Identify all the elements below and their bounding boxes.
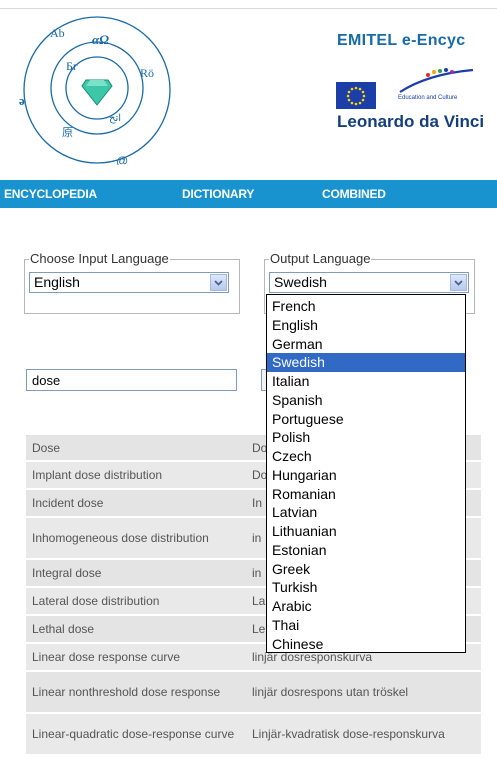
input-language-select[interactable]: English <box>29 272 229 293</box>
chevron-down-icon[interactable] <box>210 274 227 291</box>
term-cell: Inhomogeneous dose distribution <box>32 531 209 545</box>
term-cell: Integral dose <box>32 566 102 580</box>
main-nav: ENCYCLOPEDIA DICTIONARY COMBINED <box>0 180 497 208</box>
table-row[interactable]: Linear-quadratic dose-response curve Lin… <box>26 714 481 756</box>
input-language-value: English <box>34 274 80 290</box>
logo-glyph-arabic: ﺍﺗﺢ <box>109 113 121 124</box>
logo-glyph-schwa: ə <box>19 93 25 108</box>
dropdown-option-turkish[interactable]: Turkish <box>267 578 465 597</box>
dropdown-option-spanish[interactable]: Spanish <box>267 391 465 410</box>
dropdown-option-italian[interactable]: Italian <box>267 372 465 391</box>
term-cell: Incident dose <box>32 496 104 510</box>
term-cell: Dose <box>32 441 61 455</box>
dropdown-option-french[interactable]: French <box>267 297 465 316</box>
term-cell: Implant dose distribution <box>32 468 163 482</box>
input-language-group: Choose Input Language English <box>24 251 240 314</box>
dropdown-option-arabic[interactable]: Arabic <box>267 597 465 616</box>
translation-cell: linjär dosrespons utan tröskel <box>252 685 409 699</box>
dropdown-option-german[interactable]: German <box>267 335 465 354</box>
emitel-logo: Ab αΩ Бг Rö ə ﺍﺗﺢ 原 @ <box>0 10 180 168</box>
logo-glyph-alpha-omega: αΩ <box>92 32 109 47</box>
dropdown-option-czech[interactable]: Czech <box>267 447 465 466</box>
dropdown-option-hungarian[interactable]: Hungarian <box>267 466 465 485</box>
nav-combined[interactable]: COMBINED <box>322 187 386 201</box>
term-cell: Linear-quadratic dose-response curve <box>32 727 235 741</box>
dropdown-option-latvian[interactable]: Latvian <box>267 503 465 522</box>
dropdown-option-romanian[interactable]: Romanian <box>267 485 465 504</box>
chevron-down-icon[interactable] <box>450 274 467 291</box>
dropdown-option-estonian[interactable]: Estonian <box>267 541 465 560</box>
dropdown-option-english[interactable]: English <box>267 316 465 335</box>
dropdown-option-swedish[interactable]: Swedish <box>267 353 465 372</box>
site-title: EMITEL e-Encyc <box>337 32 466 49</box>
logo-glyph-cjk: 原 <box>62 126 73 139</box>
logo-glyph-ab: Ab <box>50 26 65 40</box>
logo-glyph-at: @ <box>116 154 128 165</box>
dropdown-option-lithuanian[interactable]: Lithuanian <box>267 522 465 541</box>
program-name: Leonardo da Vinci <box>337 112 485 131</box>
ec-caption: Education and Culture <box>398 95 458 101</box>
translation-cell: Linjär-kvadratisk dose-responskurva <box>252 727 445 741</box>
term-cell: Lethal dose <box>32 622 95 636</box>
search-input[interactable] <box>26 369 237 391</box>
logo-glyph-ro: Rö <box>140 66 154 80</box>
dropdown-option-greek[interactable]: Greek <box>267 560 465 579</box>
dropdown-option-chinese[interactable]: Chinese <box>267 635 465 654</box>
table-row[interactable]: Linear nonthreshold dose response linjär… <box>26 672 481 714</box>
input-language-legend: Choose Input Language <box>29 251 170 266</box>
output-language-legend: Output Language <box>269 251 372 266</box>
eu-flag-icon <box>336 82 376 109</box>
term-cell: Linear nonthreshold dose response <box>32 685 221 699</box>
top-divider <box>0 8 497 9</box>
term-cell: Linear dose response curve <box>32 650 181 664</box>
term-cell: Lateral dose distribution <box>32 594 160 608</box>
nav-dictionary[interactable]: DICTIONARY <box>182 187 254 201</box>
output-language-select[interactable]: Swedish <box>269 272 469 293</box>
nav-encyclopedia[interactable]: ENCYCLOPEDIA <box>4 187 97 201</box>
dropdown-option-polish[interactable]: Polish <box>267 428 465 447</box>
dropdown-option-thai[interactable]: Thai <box>267 616 465 635</box>
logo-glyph-bg: Бг <box>66 59 78 73</box>
output-language-dropdown: French English German Swedish Italian Sp… <box>266 294 466 653</box>
output-language-value: Swedish <box>274 274 327 290</box>
dropdown-option-portuguese[interactable]: Portuguese <box>267 410 465 429</box>
